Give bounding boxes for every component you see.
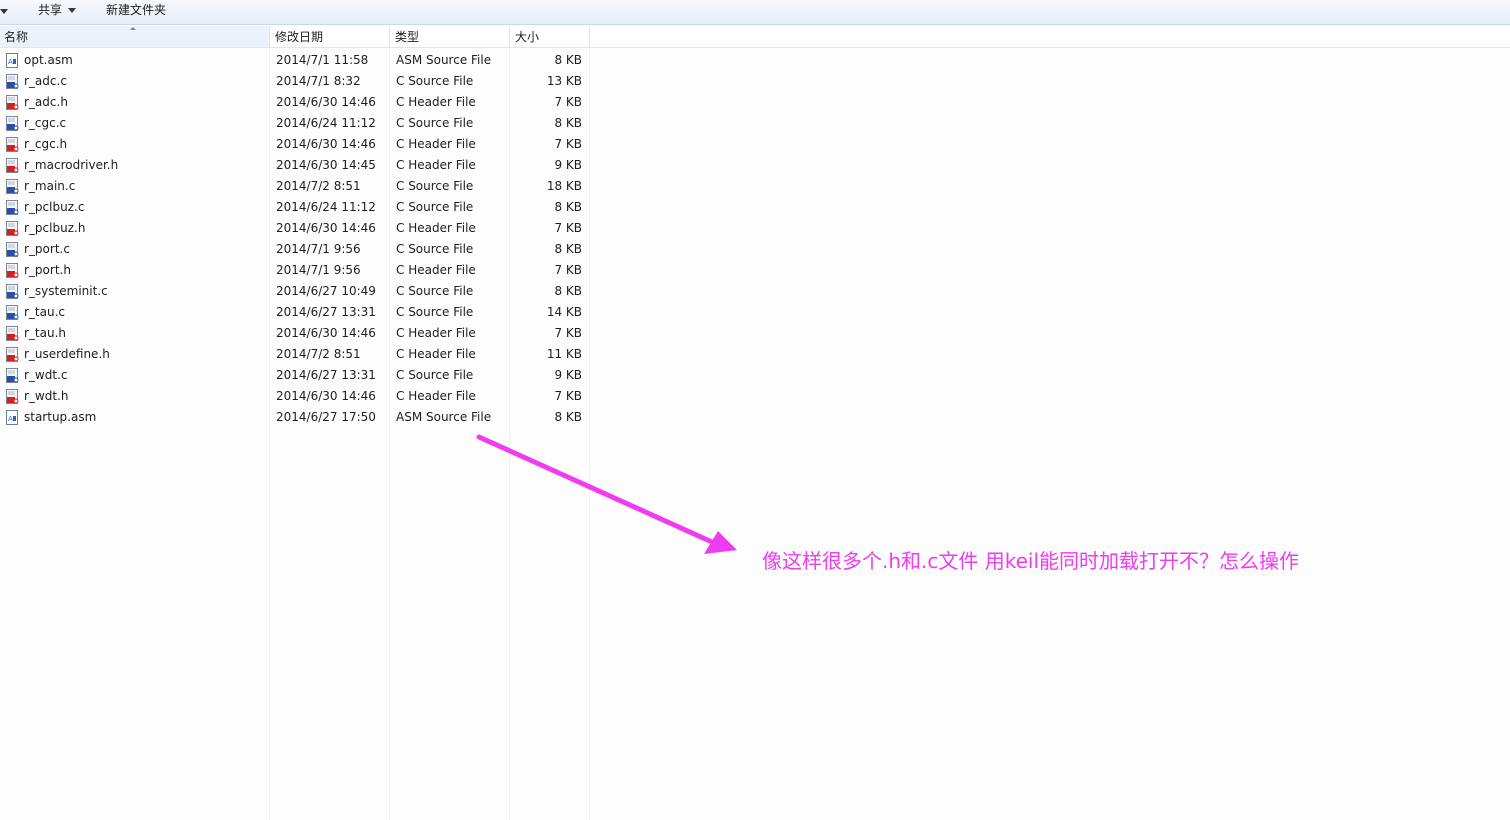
file-explorer-window: 共享 新建文件夹 名称 修改日期 类型 大小 Aopt.asm 2014/7/1 …	[0, 0, 1510, 820]
annotation-text: 像这样很多个.h和.c文件 用keil能同时加载打开不？怎么操作	[762, 549, 1300, 573]
annotation-arrow	[476, 434, 737, 554]
